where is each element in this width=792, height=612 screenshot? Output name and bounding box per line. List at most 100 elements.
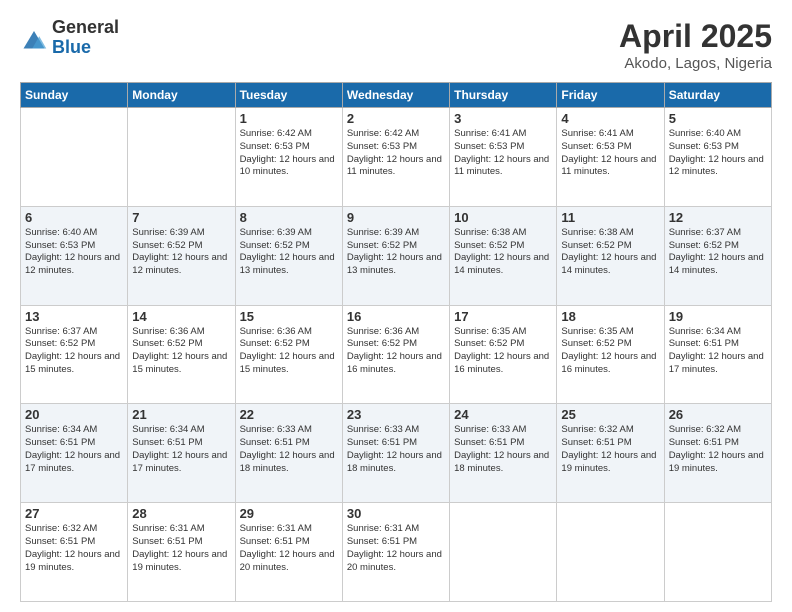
- day-number-13: 13: [25, 309, 123, 324]
- cell-2-0: 13 Sunrise: 6:37 AM Sunset: 6:52 PM Dayli…: [21, 305, 128, 404]
- day-number-9: 9: [347, 210, 445, 225]
- day-info-13: Sunrise: 6:37 AM Sunset: 6:52 PM Dayligh…: [25, 326, 123, 377]
- cell-0-6: 5 Sunrise: 6:40 AM Sunset: 6:53 PM Daylig…: [664, 108, 771, 207]
- day-info-26: Sunrise: 6:32 AM Sunset: 6:51 PM Dayligh…: [669, 424, 767, 475]
- day-number-19: 19: [669, 309, 767, 324]
- day-number-5: 5: [669, 111, 767, 126]
- day-number-26: 26: [669, 407, 767, 422]
- calendar-table: Sunday Monday Tuesday Wednesday Thursday…: [20, 82, 772, 602]
- day-info-15: Sunrise: 6:36 AM Sunset: 6:52 PM Dayligh…: [240, 326, 338, 377]
- day-info-20: Sunrise: 6:34 AM Sunset: 6:51 PM Dayligh…: [25, 424, 123, 475]
- day-info-16: Sunrise: 6:36 AM Sunset: 6:52 PM Dayligh…: [347, 326, 445, 377]
- cell-3-1: 21Sunrise: 6:34 AM Sunset: 6:51 PM Dayli…: [128, 404, 235, 503]
- day-info-24: Sunrise: 6:33 AM Sunset: 6:51 PM Dayligh…: [454, 424, 552, 475]
- day-info-21: Sunrise: 6:34 AM Sunset: 6:51 PM Dayligh…: [132, 424, 230, 475]
- day-number-24: 24: [454, 407, 552, 422]
- col-saturday: Saturday: [664, 83, 771, 108]
- title-block: April 2025 Akodo, Lagos, Nigeria: [619, 18, 772, 72]
- cell-2-6: 19 Sunrise: 6:34 AM Sunset: 6:51 PM Dayli…: [664, 305, 771, 404]
- day-number-23: 23: [347, 407, 445, 422]
- cell-4-4: [450, 503, 557, 602]
- cell-1-0: 6 Sunrise: 6:40 AM Sunset: 6:53 PM Daylig…: [21, 206, 128, 305]
- week-row-4: 27 Sunrise: 6:32 AM Sunset: 6:51 PM Dayli…: [21, 503, 772, 602]
- cell-0-2: 1 Sunrise: 6:42 AM Sunset: 6:53 PM Daylig…: [235, 108, 342, 207]
- logo-text: General Blue: [52, 18, 119, 58]
- day-info-4: Sunrise: 6:41 AM Sunset: 6:53 PM Dayligh…: [561, 128, 659, 179]
- col-tuesday: Tuesday: [235, 83, 342, 108]
- cell-4-2: 29 Sunrise: 6:31 AM Sunset: 6:51 PM Dayli…: [235, 503, 342, 602]
- col-thursday: Thursday: [450, 83, 557, 108]
- day-number-18: 18: [561, 309, 659, 324]
- day-info-3: Sunrise: 6:41 AM Sunset: 6:53 PM Dayligh…: [454, 128, 552, 179]
- day-number-10: 10: [454, 210, 552, 225]
- calendar-header-row: Sunday Monday Tuesday Wednesday Thursday…: [21, 83, 772, 108]
- week-row-3: 20Sunrise: 6:34 AM Sunset: 6:51 PM Dayli…: [21, 404, 772, 503]
- day-number-7: 7: [132, 210, 230, 225]
- day-number-29: 29: [240, 506, 338, 521]
- day-info-10: Sunrise: 6:38 AM Sunset: 6:52 PM Dayligh…: [454, 227, 552, 278]
- day-number-22: 22: [240, 407, 338, 422]
- header: General Blue April 2025 Akodo, Lagos, Ni…: [20, 18, 772, 72]
- main-title: April 2025: [619, 18, 772, 55]
- cell-1-5: 11Sunrise: 6:38 AM Sunset: 6:52 PM Dayli…: [557, 206, 664, 305]
- cell-4-1: 28 Sunrise: 6:31 AM Sunset: 6:51 PM Dayli…: [128, 503, 235, 602]
- week-row-0: 1 Sunrise: 6:42 AM Sunset: 6:53 PM Daylig…: [21, 108, 772, 207]
- cell-1-1: 7 Sunrise: 6:39 AM Sunset: 6:52 PM Daylig…: [128, 206, 235, 305]
- cell-3-6: 26 Sunrise: 6:32 AM Sunset: 6:51 PM Dayli…: [664, 404, 771, 503]
- day-number-16: 16: [347, 309, 445, 324]
- day-info-9: Sunrise: 6:39 AM Sunset: 6:52 PM Dayligh…: [347, 227, 445, 278]
- day-info-23: Sunrise: 6:33 AM Sunset: 6:51 PM Dayligh…: [347, 424, 445, 475]
- logo-icon: [20, 24, 48, 52]
- day-info-6: Sunrise: 6:40 AM Sunset: 6:53 PM Dayligh…: [25, 227, 123, 278]
- day-number-30: 30: [347, 506, 445, 521]
- day-number-3: 3: [454, 111, 552, 126]
- col-friday: Friday: [557, 83, 664, 108]
- cell-1-6: 12Sunrise: 6:37 AM Sunset: 6:52 PM Dayli…: [664, 206, 771, 305]
- cell-3-3: 23 Sunrise: 6:33 AM Sunset: 6:51 PM Dayli…: [342, 404, 449, 503]
- day-info-19: Sunrise: 6:34 AM Sunset: 6:51 PM Dayligh…: [669, 326, 767, 377]
- day-number-27: 27: [25, 506, 123, 521]
- cell-4-5: [557, 503, 664, 602]
- cell-0-3: 2 Sunrise: 6:42 AM Sunset: 6:53 PM Daylig…: [342, 108, 449, 207]
- day-number-1: 1: [240, 111, 338, 126]
- day-info-7: Sunrise: 6:39 AM Sunset: 6:52 PM Dayligh…: [132, 227, 230, 278]
- col-monday: Monday: [128, 83, 235, 108]
- day-info-2: Sunrise: 6:42 AM Sunset: 6:53 PM Dayligh…: [347, 128, 445, 179]
- week-row-1: 6 Sunrise: 6:40 AM Sunset: 6:53 PM Daylig…: [21, 206, 772, 305]
- logo-blue-text: Blue: [52, 38, 119, 58]
- col-wednesday: Wednesday: [342, 83, 449, 108]
- day-info-25: Sunrise: 6:32 AM Sunset: 6:51 PM Dayligh…: [561, 424, 659, 475]
- day-number-2: 2: [347, 111, 445, 126]
- logo: General Blue: [20, 18, 119, 58]
- day-number-28: 28: [132, 506, 230, 521]
- day-info-29: Sunrise: 6:31 AM Sunset: 6:51 PM Dayligh…: [240, 523, 338, 574]
- cell-0-1: [128, 108, 235, 207]
- subtitle: Akodo, Lagos, Nigeria: [619, 55, 772, 72]
- day-info-1: Sunrise: 6:42 AM Sunset: 6:53 PM Dayligh…: [240, 128, 338, 179]
- logo-general-text: General: [52, 18, 119, 38]
- day-info-17: Sunrise: 6:35 AM Sunset: 6:52 PM Dayligh…: [454, 326, 552, 377]
- cell-3-5: 25 Sunrise: 6:32 AM Sunset: 6:51 PM Dayli…: [557, 404, 664, 503]
- day-number-6: 6: [25, 210, 123, 225]
- day-info-28: Sunrise: 6:31 AM Sunset: 6:51 PM Dayligh…: [132, 523, 230, 574]
- page: General Blue April 2025 Akodo, Lagos, Ni…: [0, 0, 792, 612]
- cell-4-6: [664, 503, 771, 602]
- cell-3-2: 22 Sunrise: 6:33 AM Sunset: 6:51 PM Dayli…: [235, 404, 342, 503]
- day-info-5: Sunrise: 6:40 AM Sunset: 6:53 PM Dayligh…: [669, 128, 767, 179]
- day-info-27: Sunrise: 6:32 AM Sunset: 6:51 PM Dayligh…: [25, 523, 123, 574]
- day-info-18: Sunrise: 6:35 AM Sunset: 6:52 PM Dayligh…: [561, 326, 659, 377]
- day-number-15: 15: [240, 309, 338, 324]
- day-info-11: Sunrise: 6:38 AM Sunset: 6:52 PM Dayligh…: [561, 227, 659, 278]
- cell-2-3: 16 Sunrise: 6:36 AM Sunset: 6:52 PM Dayli…: [342, 305, 449, 404]
- day-info-22: Sunrise: 6:33 AM Sunset: 6:51 PM Dayligh…: [240, 424, 338, 475]
- day-number-17: 17: [454, 309, 552, 324]
- cell-1-4: 10 Sunrise: 6:38 AM Sunset: 6:52 PM Dayli…: [450, 206, 557, 305]
- day-number-8: 8: [240, 210, 338, 225]
- day-number-14: 14: [132, 309, 230, 324]
- day-info-30: Sunrise: 6:31 AM Sunset: 6:51 PM Dayligh…: [347, 523, 445, 574]
- cell-2-5: 18 Sunrise: 6:35 AM Sunset: 6:52 PM Dayli…: [557, 305, 664, 404]
- day-info-14: Sunrise: 6:36 AM Sunset: 6:52 PM Dayligh…: [132, 326, 230, 377]
- cell-1-3: 9 Sunrise: 6:39 AM Sunset: 6:52 PM Daylig…: [342, 206, 449, 305]
- day-number-25: 25: [561, 407, 659, 422]
- cell-2-4: 17 Sunrise: 6:35 AM Sunset: 6:52 PM Dayli…: [450, 305, 557, 404]
